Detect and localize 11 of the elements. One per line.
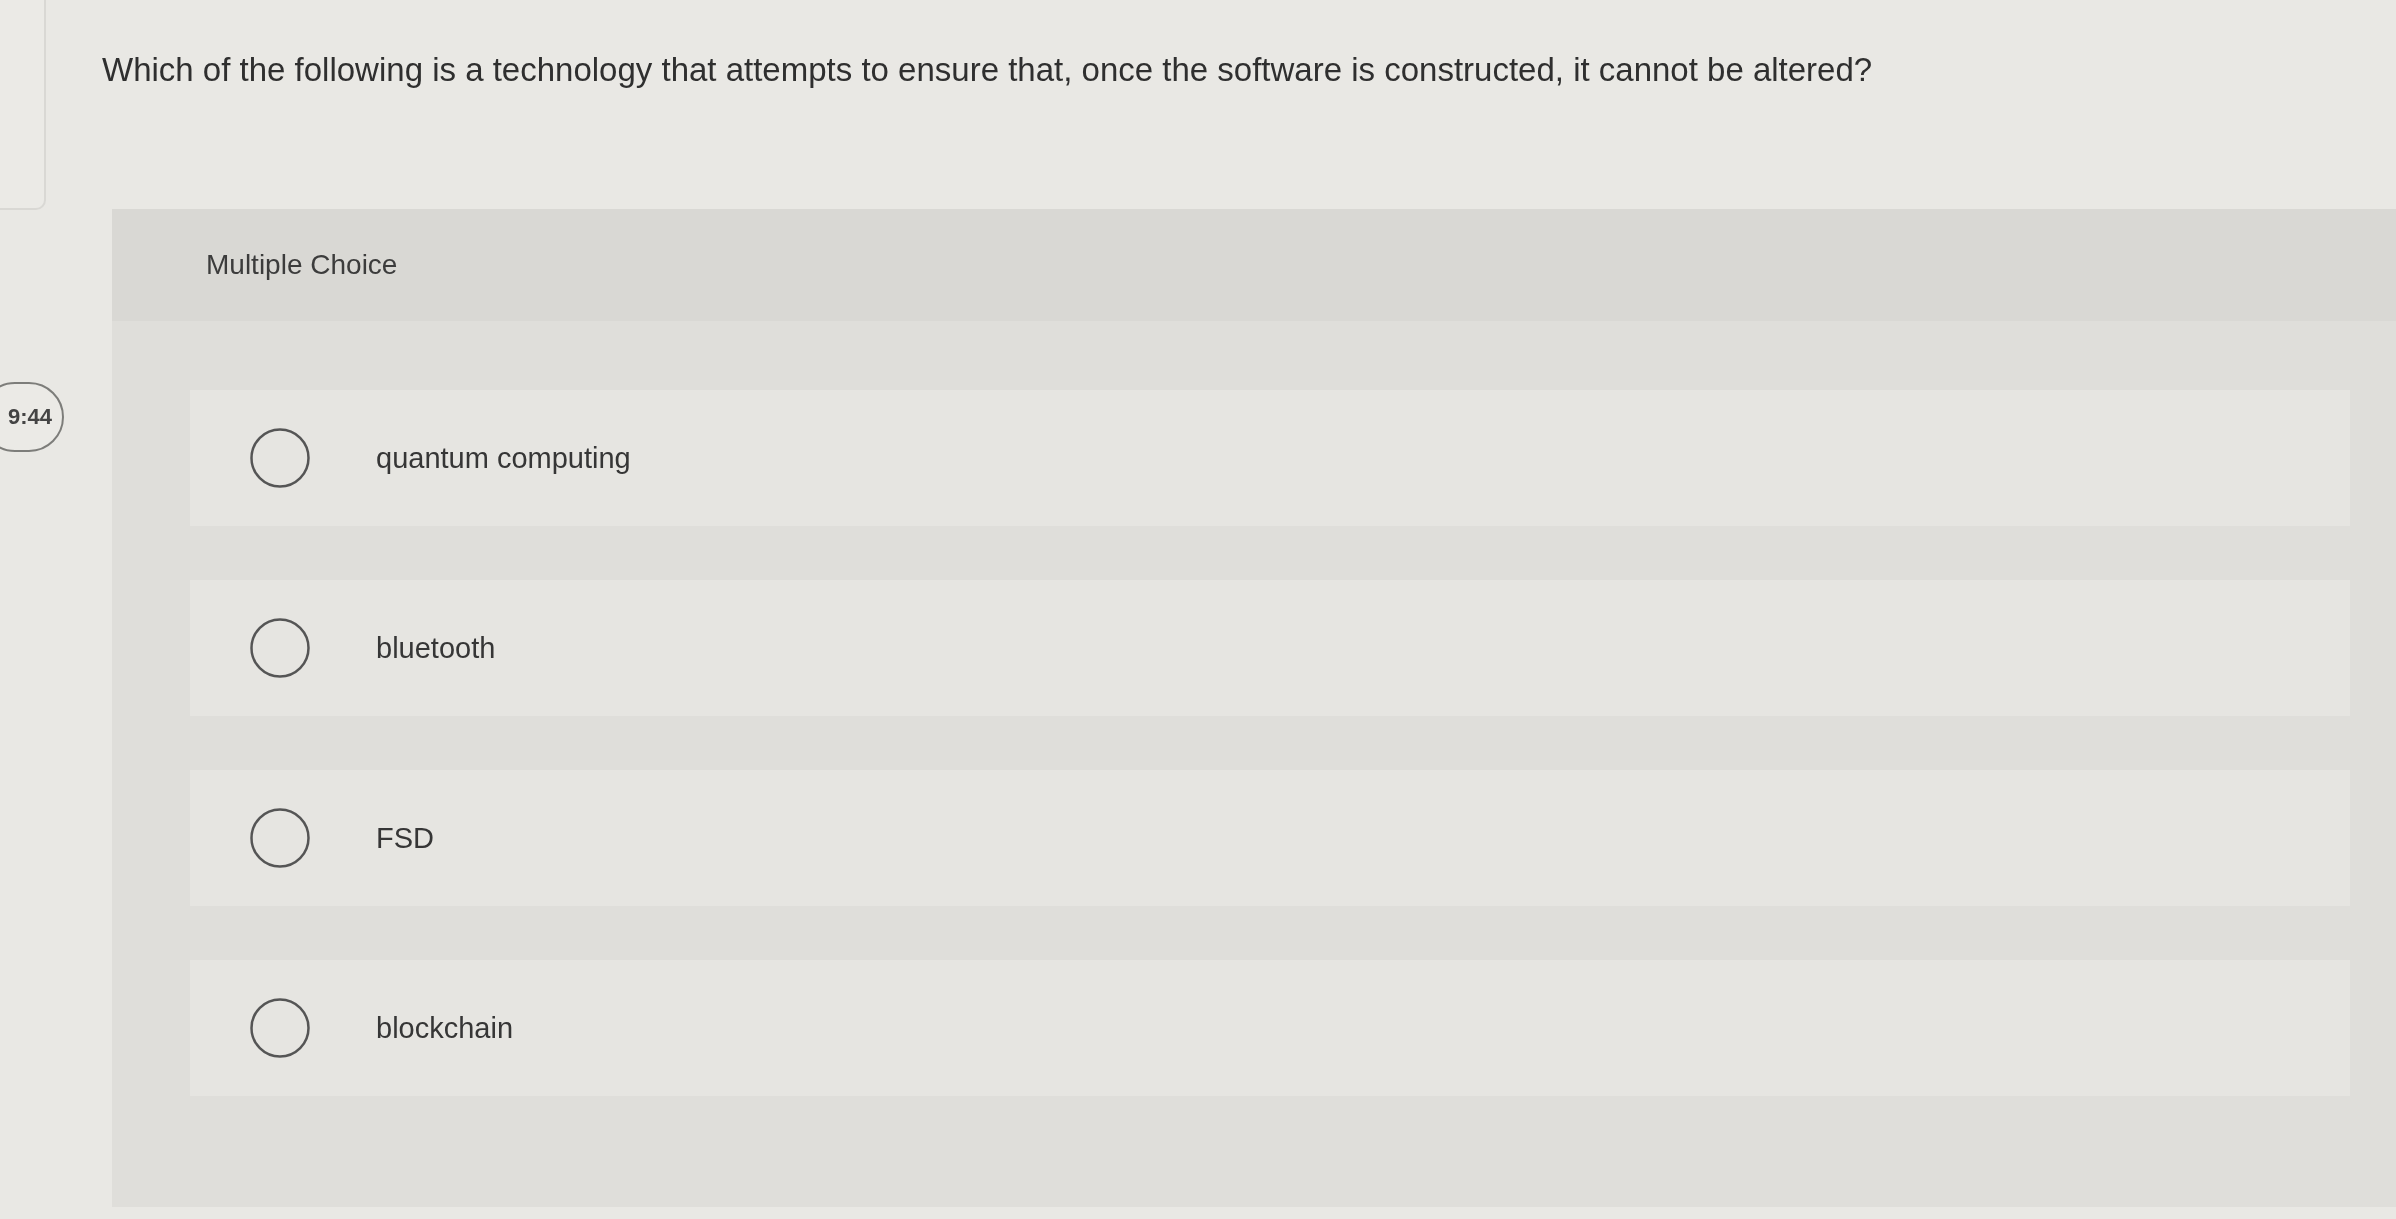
radio-button[interactable] — [250, 998, 310, 1058]
radio-button[interactable] — [250, 618, 310, 678]
option-label: quantum computing — [376, 441, 631, 475]
option-label: FSD — [376, 821, 434, 855]
timer: 9:44 — [0, 382, 64, 452]
option-label: blockchain — [376, 1011, 514, 1045]
question-type-label: Multiple Choice — [206, 249, 398, 281]
radio-button[interactable] — [250, 428, 310, 488]
radio-button[interactable] — [250, 808, 310, 868]
option-label: bluetooth — [376, 631, 496, 665]
question-text: Which of the following is a technology that attempts to ensure that, once the software is constructed, it cannot be altered? — [102, 50, 1874, 90]
